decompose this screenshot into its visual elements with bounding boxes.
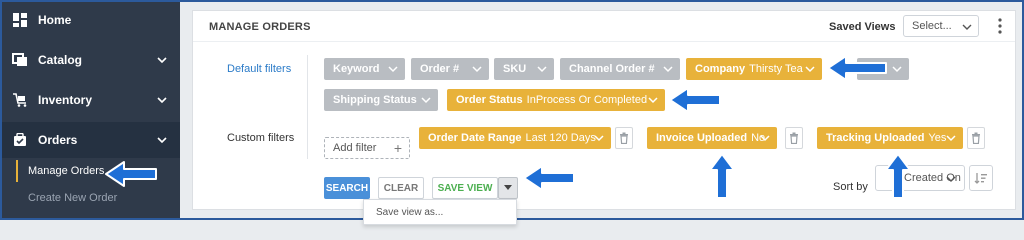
save-view-dropdown-toggle[interactable]: [498, 177, 518, 199]
sidebar-item-label: Catalog: [38, 53, 83, 67]
active-indicator: [16, 160, 18, 182]
sidebar-subitem-manage-orders[interactable]: Manage Orders: [28, 165, 104, 177]
chevron-down-icon: [962, 24, 972, 30]
sidebar-item-home[interactable]: Home: [2, 2, 180, 38]
trash-icon: [790, 132, 798, 144]
save-view-button[interactable]: SAVE VIEW: [432, 177, 498, 199]
chevron-down-icon: [760, 135, 770, 142]
inventory-icon: [12, 92, 28, 108]
clear-button[interactable]: CLEAR: [378, 177, 424, 199]
annotation-arrow-left: [827, 55, 887, 81]
save-view-as-menu-item[interactable]: Save view as...: [363, 199, 517, 225]
remove-filter-button[interactable]: [615, 127, 633, 149]
custom-filters-label: Custom filters: [227, 132, 295, 144]
chip-label: SKU: [503, 63, 527, 75]
annotation-arrow-left: [105, 161, 157, 187]
chip-label: Channel Order #: [569, 63, 655, 75]
filter-chip-sku[interactable]: SKU: [494, 58, 554, 80]
chevron-down-icon: [648, 97, 658, 104]
saved-views-value: Select...: [912, 20, 952, 32]
chip-label: Order Date Range: [428, 132, 522, 144]
filters-divider: [307, 55, 308, 159]
annotation-arrow-left: [669, 87, 721, 113]
sort-direction-button[interactable]: [969, 165, 993, 191]
filter-chip-company[interactable]: Company Thirsty Tea: [686, 58, 822, 80]
sidebar-item-catalog[interactable]: Catalog: [2, 42, 180, 78]
filter-chip-order-date-range[interactable]: Order Date Range Last 120 Days: [419, 127, 611, 149]
orders-icon: [12, 132, 28, 148]
chip-value: Thirsty Tea: [749, 63, 803, 75]
chevron-down-icon: [892, 66, 902, 73]
chevron-down-icon: [157, 97, 167, 104]
chevron-down-icon: [537, 66, 547, 73]
header-divider: [193, 41, 1015, 42]
filter-chip-shipping-status[interactable]: Shipping Status: [324, 89, 438, 111]
sidebar-item-inventory[interactable]: Inventory: [2, 82, 180, 118]
chip-label: Shipping Status: [333, 94, 417, 106]
chip-label: Order #: [420, 63, 460, 75]
chip-label: Order Status: [456, 94, 523, 106]
remove-filter-button[interactable]: [785, 127, 803, 149]
chevron-down-icon: [946, 135, 956, 142]
filter-chip-tracking-uploaded[interactable]: Tracking Uploaded Yes: [817, 127, 963, 149]
page-title: MANAGE ORDERS: [209, 21, 311, 33]
trash-icon: [972, 132, 980, 144]
add-filter-button[interactable]: Add filter +: [324, 137, 410, 159]
chevron-down-icon: [421, 97, 431, 104]
remove-filter-button[interactable]: [967, 127, 985, 149]
annotation-arrow-up: [709, 153, 735, 199]
annotation-arrow-left: [523, 165, 575, 191]
filter-chip-order-number[interactable]: Order #: [411, 58, 489, 80]
chevron-down-icon: [472, 66, 482, 73]
sidebar-subitem-create-new-order[interactable]: Create New Order: [28, 192, 117, 204]
caret-down-icon: [504, 185, 512, 190]
chip-value: Yes: [928, 132, 947, 144]
chevron-down-icon: [157, 137, 167, 144]
chevron-down-icon: [594, 135, 604, 142]
annotation-arrow-up: [885, 153, 911, 199]
chevron-down-icon: [946, 176, 956, 182]
filter-chip-keyword[interactable]: Keyword: [324, 58, 405, 80]
sidebar-item-label: Inventory: [38, 93, 93, 107]
sidebar-item-label: Home: [38, 13, 72, 27]
sidebar-item-orders[interactable]: Orders: [2, 122, 180, 158]
chevron-down-icon: [663, 66, 673, 73]
chip-label: Company: [695, 63, 746, 75]
chip-value: InProcess Or Completed: [526, 94, 648, 106]
default-filters-label[interactable]: Default filters: [227, 63, 291, 75]
catalog-icon: [12, 52, 28, 68]
saved-views-select[interactable]: Select...: [903, 15, 979, 37]
saved-views-label: Saved Views: [829, 21, 896, 33]
sort-by-label: Sort by: [833, 181, 868, 193]
filter-chip-order-status[interactable]: Order Status InProcess Or Completed: [447, 89, 665, 111]
sort-descending-icon: [974, 173, 987, 184]
plus-icon: +: [393, 140, 402, 156]
chevron-down-icon: [388, 66, 398, 73]
chip-label: Invoice Uploaded: [656, 132, 748, 144]
chip-label: Tracking Uploaded: [826, 132, 925, 144]
chevron-down-icon: [157, 57, 167, 64]
trash-icon: [620, 132, 628, 144]
search-button[interactable]: SEARCH: [324, 177, 370, 199]
sidebar-item-label: Orders: [38, 133, 78, 147]
more-options-icon[interactable]: [997, 18, 1003, 34]
chevron-down-icon: [805, 66, 815, 73]
filter-chip-invoice-uploaded[interactable]: Invoice Uploaded No: [647, 127, 777, 149]
chip-label: Keyword: [333, 63, 380, 75]
add-filter-label: Add filter: [333, 142, 377, 154]
home-icon: [12, 12, 28, 28]
chip-value: Last 120 Days: [525, 132, 596, 144]
filter-chip-channel-order-number[interactable]: Channel Order #: [560, 58, 680, 80]
